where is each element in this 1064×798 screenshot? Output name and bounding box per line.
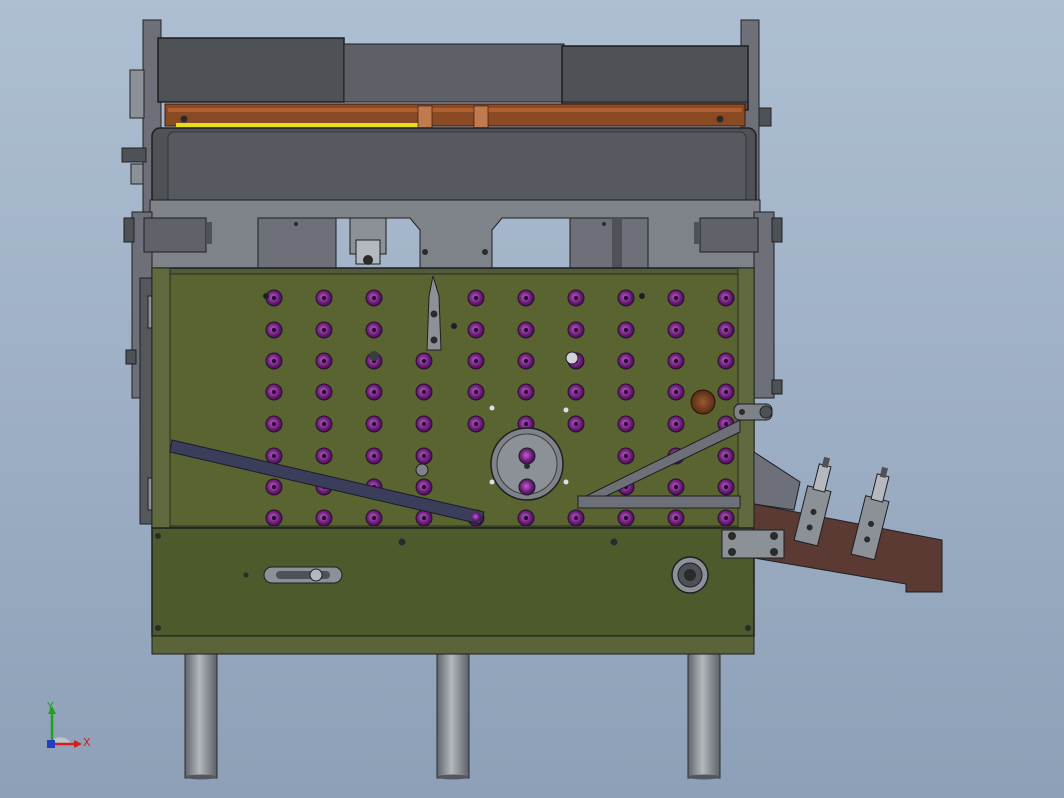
stud-bolt-center [523,327,529,333]
stud-bolt-center [271,358,277,364]
stud-bolt-center [421,421,427,427]
stud-bolt-center [673,515,679,521]
cad-viewport[interactable]: X Y [0,0,1064,798]
stud-bolt-center [371,295,377,301]
stud-bolt-center [573,515,579,521]
axis-x-label: X [83,736,91,749]
stud-bolt-center [523,389,529,395]
base-panel[interactable] [151,527,755,655]
stud-bolt-center [473,358,479,364]
stud-bolt-center [673,358,679,364]
stud-bolt-center [623,327,629,333]
stud-bolt-center [723,327,729,333]
stud-bolt-center [421,515,427,521]
stud-bolt-center [371,389,377,395]
stud-bolt-center [723,484,729,490]
base-knob[interactable] [671,556,709,594]
stud-bolt-center [723,515,729,521]
stud-bolt-center [723,295,729,301]
stud-bolt-center [271,389,277,395]
stud-bolt-center [271,515,277,521]
stud-bolt-center [473,421,479,427]
stud-bolt-center [371,421,377,427]
top-hopper[interactable] [157,37,749,111]
stud-bolt-center [421,389,427,395]
stud-bolt-center [321,327,327,333]
stud-bolt-center [723,389,729,395]
stud-bolt-center [723,453,729,459]
stud-bolt-center [371,327,377,333]
stud-bolt-center [271,453,277,459]
stud-bolt-center [321,389,327,395]
stud-bolt-center [523,295,529,301]
right-hinge[interactable] [733,403,773,421]
stud-bolt-center [623,389,629,395]
stud-bolt-center [673,421,679,427]
stud-bolt-center [573,327,579,333]
stud-bolt-center [271,421,277,427]
stud-bolt-center [623,295,629,301]
stud-bolt-center [623,453,629,459]
stud-bolt-center [321,515,327,521]
stud-bolt-center [271,484,277,490]
center-hub[interactable] [490,427,564,501]
stud-bolt-center [523,515,529,521]
stud-bolt-center [473,327,479,333]
stud-bolt-center [673,484,679,490]
assembly-drawing[interactable] [0,0,1064,798]
stud-bolt-center [723,358,729,364]
motor-knob[interactable] [690,389,716,415]
stud-bolt-center [623,358,629,364]
stud-bolt-center [573,295,579,301]
stud-bolt-center [673,327,679,333]
stud-bolt-center [573,389,579,395]
stud-bolt-center [523,358,529,364]
stud-bolt-center [371,515,377,521]
stud-bolt-center [421,484,427,490]
stud-bolt-center [371,453,377,459]
stud-bolt-center [673,389,679,395]
leg-middle [436,651,470,779]
leg-left [184,651,218,779]
stud-bolt-center [623,421,629,427]
leg-right [687,651,721,779]
stud-bolt-center [421,358,427,364]
stud-bolt-center [473,295,479,301]
axis-y-label: Y [47,700,54,713]
stud-bolt-center [523,421,529,427]
copper-rails [164,103,746,129]
main-panel[interactable] [151,267,755,529]
stud-bolt-center [321,295,327,301]
stud-bolt-center [271,295,277,301]
stud-bolt-center [321,358,327,364]
crossbar-housing[interactable] [149,127,761,271]
stud-bolt-center [321,421,327,427]
slot-handle[interactable] [263,566,343,584]
stud-bolt-center [573,421,579,427]
stud-bolt-center [623,515,629,521]
stud-bolt-center [321,453,327,459]
stud-bolt-center [421,453,427,459]
stud-bolt-center [473,389,479,395]
stud-bolt-center [723,421,729,427]
stud-bolt-center [271,327,277,333]
stud-bolt-center [673,295,679,301]
